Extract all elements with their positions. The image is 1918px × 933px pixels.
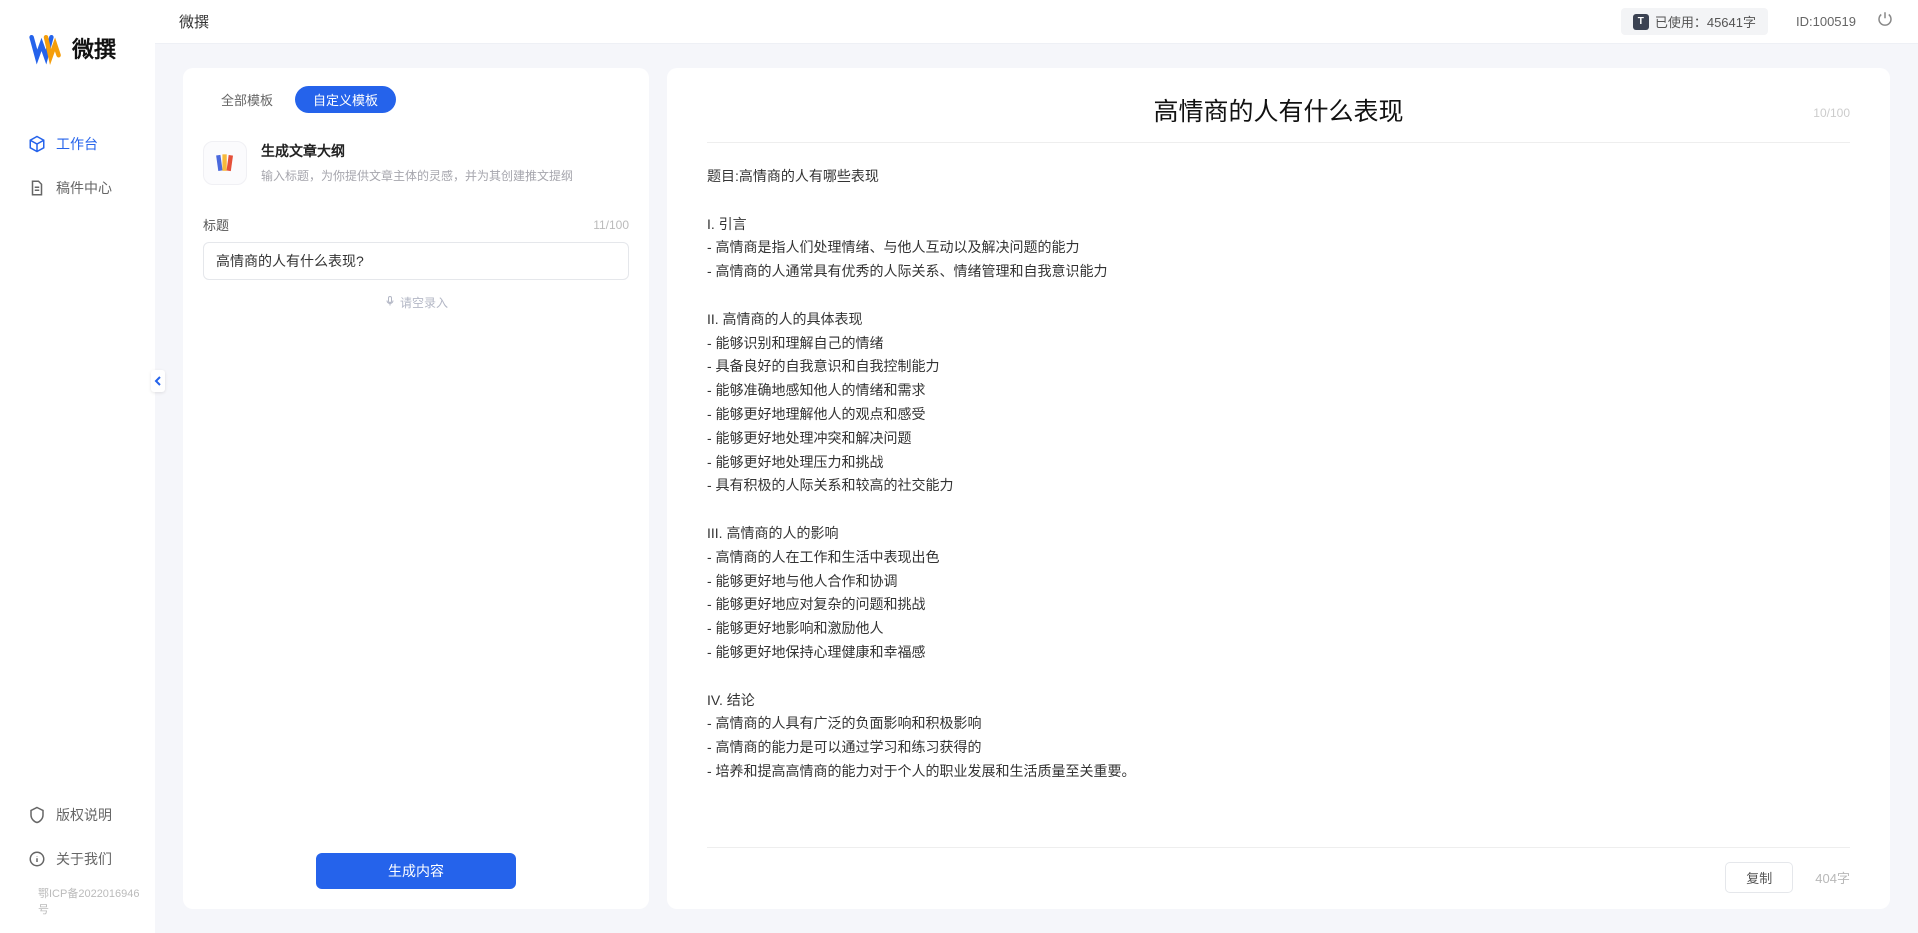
- usage-chip[interactable]: T 已使用：45641字: [1621, 8, 1768, 35]
- output-footer: 复制 404字: [707, 847, 1850, 893]
- voice-hint-text: 请空录入: [400, 294, 448, 311]
- nav-label: 稿件中心: [56, 178, 112, 198]
- word-count: 404字: [1815, 868, 1850, 887]
- output-body: 题目:高情商的人有哪些表现 I. 引言 - 高情商是指人们处理情绪、与他人互动以…: [707, 165, 1850, 837]
- sidebar-collapse-handle[interactable]: [151, 370, 165, 392]
- tab-custom-templates[interactable]: 自定义模板: [295, 86, 396, 113]
- info-icon: [28, 850, 46, 868]
- nav-label: 工作台: [56, 134, 98, 154]
- usage-text: 已使用：45641字: [1655, 12, 1756, 31]
- panel-left: 全部模板 自定义模板 生成文章大纲 输入标题，为你提供文章主体的灵感，: [183, 68, 649, 909]
- title-label: 标题: [203, 215, 593, 234]
- power-icon[interactable]: [1876, 10, 1894, 33]
- nav-label: 版权说明: [56, 805, 112, 825]
- copy-button[interactable]: 复制: [1725, 862, 1793, 893]
- shield-icon: [28, 806, 46, 824]
- cube-icon: [28, 135, 46, 153]
- template-tabs: 全部模板 自定义模板: [183, 86, 649, 113]
- output-title: 高情商的人有什么表现: [707, 92, 1850, 128]
- logo-text: 微撰: [72, 32, 116, 64]
- divider: [707, 142, 1850, 143]
- nav-label: 关于我们: [56, 849, 112, 869]
- user-id: ID:100519: [1796, 14, 1856, 29]
- icp-text: 鄂ICP备2022016946号: [12, 885, 143, 917]
- panel-right: 高情商的人有什么表现 10/100 题目:高情商的人有哪些表现 I. 引言 - …: [667, 68, 1890, 909]
- generate-button[interactable]: 生成内容: [316, 853, 516, 889]
- template-card[interactable]: 生成文章大纲 输入标题，为你提供文章主体的灵感，并为其创建推文提纲: [183, 131, 649, 195]
- nav-item-about[interactable]: 关于我们: [12, 841, 143, 877]
- logo: 微撰: [0, 30, 155, 66]
- sidebar: 微撰 工作台 稿件中心 版权说明: [0, 0, 155, 933]
- nav-main: 工作台 稿件中心: [0, 126, 155, 797]
- tab-all-templates[interactable]: 全部模板: [203, 86, 291, 113]
- template-card-title: 生成文章大纲: [261, 141, 629, 161]
- mic-icon: [384, 295, 396, 310]
- title-char-counter: 11/100: [593, 218, 629, 232]
- books-icon: [203, 141, 247, 185]
- header: 微撰 T 已使用：45641字 ID:100519: [155, 0, 1918, 44]
- title-input[interactable]: 高情商的人有什么表现?: [203, 242, 629, 280]
- nav-item-drafts[interactable]: 稿件中心: [12, 170, 143, 206]
- badge-icon: T: [1633, 14, 1649, 30]
- nav-item-workbench[interactable]: 工作台: [12, 126, 143, 162]
- header-title: 微撰: [179, 11, 209, 32]
- template-card-desc: 输入标题，为你提供文章主体的灵感，并为其创建推文提纲: [261, 167, 629, 184]
- main: 微撰 T 已使用：45641字 ID:100519 全部模板 自定义模板: [155, 0, 1918, 933]
- nav-item-copyright[interactable]: 版权说明: [12, 797, 143, 833]
- nav-bottom: 版权说明 关于我们 鄂ICP备2022016946号: [0, 797, 155, 923]
- document-icon: [28, 179, 46, 197]
- logo-icon: [28, 30, 64, 66]
- content-wrapper: 全部模板 自定义模板 生成文章大纲 输入标题，为你提供文章主体的灵感，: [155, 44, 1918, 933]
- output-title-counter: 10/100: [1813, 106, 1850, 120]
- voice-input-button[interactable]: 请空录入: [183, 294, 649, 311]
